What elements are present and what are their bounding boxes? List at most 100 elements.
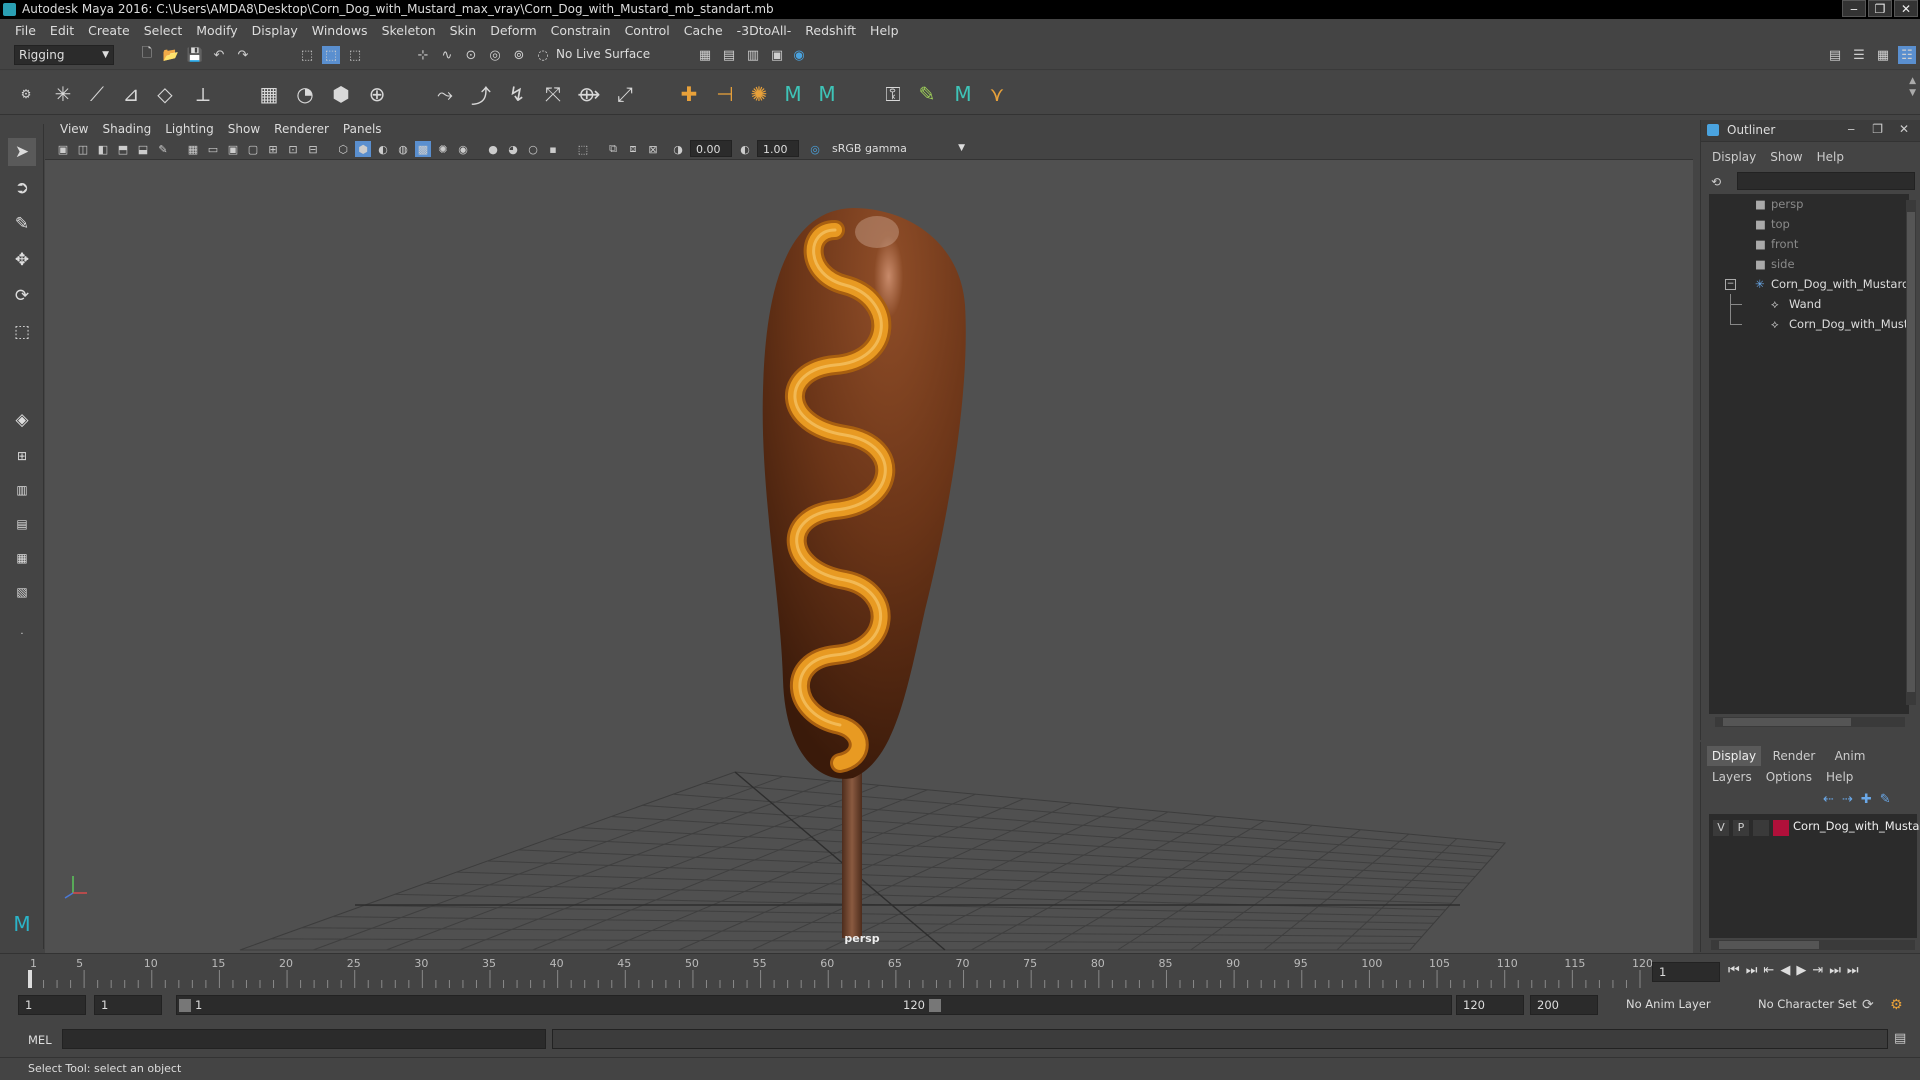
panel-menu-renderer[interactable]: Renderer — [267, 122, 336, 136]
screen-space-ao-icon[interactable]: ● — [485, 141, 501, 157]
shadows-icon[interactable]: ◉ — [455, 141, 471, 157]
menu-redshift[interactable]: Redshift — [798, 23, 863, 38]
shelf-scroll-arrows-icon[interactable]: ▲ ▼ — [1909, 75, 1916, 99]
step-back-frame-icon[interactable]: ⇤ — [1763, 963, 1774, 978]
depth-of-field-icon[interactable]: ▪ — [545, 141, 561, 157]
render-view-icon[interactable]: ▣ — [768, 46, 786, 64]
render-settings-icon[interactable]: ▦ — [696, 46, 714, 64]
persp-viewport[interactable]: View Shading Lighting Show Renderer Pane… — [45, 120, 1693, 953]
display-type-toggle[interactable] — [1753, 820, 1769, 836]
select-component-icon[interactable]: ⬚ — [346, 46, 364, 64]
outliner-item-front[interactable]: ■ front — [1709, 234, 1920, 254]
channel-box-icon[interactable]: ☷ — [1898, 46, 1916, 64]
outliner-filter-icon[interactable]: ⟲ — [1711, 175, 1727, 191]
outliner-menu-display[interactable]: Display — [1705, 150, 1763, 164]
gate-mask-icon[interactable]: ▢ — [245, 141, 261, 157]
command-input[interactable] — [62, 1029, 546, 1049]
outliner-menu-show[interactable]: Show — [1763, 150, 1809, 164]
move-layer-down-icon[interactable]: ⇢ — [1842, 792, 1853, 807]
select-camera-icon[interactable]: ▣ — [55, 141, 71, 157]
snap-surface-icon[interactable]: ⊚ — [510, 46, 528, 64]
menu-file[interactable]: File — [8, 23, 43, 38]
panel-menu-lighting[interactable]: Lighting — [158, 122, 221, 136]
menu-3dtoall[interactable]: -3DtoAll- — [730, 23, 799, 38]
textured-icon[interactable]: ▩ — [415, 141, 431, 157]
anim-layer-dropdown[interactable]: No Anim Layer — [1620, 995, 1742, 1015]
menu-display[interactable]: Display — [245, 23, 305, 38]
shelf-menu-icon[interactable]: ⚙ — [13, 81, 39, 107]
step-forward-frame-icon[interactable]: ⇥ — [1812, 963, 1823, 978]
orient-constraint-icon[interactable]: ✺ — [746, 81, 772, 107]
tab-render[interactable]: Render — [1767, 746, 1821, 766]
maximize-icon[interactable]: ❐ — [1872, 122, 1883, 136]
cluster-icon[interactable]: ▦ — [256, 81, 282, 107]
menu-control[interactable]: Control — [618, 23, 677, 38]
minimize-icon[interactable]: ‒ — [1847, 122, 1855, 136]
menu-help[interactable]: Help — [863, 23, 906, 38]
safe-action-icon[interactable]: ⊡ — [285, 141, 301, 157]
smooth-shade-icon[interactable]: ⬢ — [355, 141, 371, 157]
film-gate-icon[interactable]: ▭ — [205, 141, 221, 157]
paint-select-icon[interactable]: ✎ — [8, 210, 36, 238]
motion-blur-icon[interactable]: ◕ — [505, 141, 521, 157]
menu-skeleton[interactable]: Skeleton — [375, 23, 443, 38]
panel-menu-show[interactable]: Show — [221, 122, 267, 136]
menu-constrain[interactable]: Constrain — [544, 23, 618, 38]
live-surface-field[interactable]: No Live Surface — [552, 45, 652, 65]
collapse-icon[interactable]: − — [1725, 279, 1736, 290]
character-set-dropdown[interactable]: No Character Set — [1752, 995, 1868, 1015]
command-language-label[interactable]: MEL — [28, 1033, 52, 1047]
restore-button[interactable]: ❐ — [1868, 0, 1892, 17]
grease-pencil-icon[interactable]: ✎ — [155, 141, 171, 157]
snap-grid-icon[interactable]: ⊹ — [414, 46, 432, 64]
gamma-field[interactable]: 1.00 — [757, 140, 799, 157]
menu-modify[interactable]: Modify — [189, 23, 244, 38]
colorspace-dropdown[interactable]: sRGB gamma ▼ — [827, 140, 967, 157]
go-to-end-icon[interactable]: ⏭ — [1847, 963, 1859, 978]
scroll-thumb[interactable] — [1719, 941, 1819, 949]
hypershade-layout-icon[interactable]: ▧ — [8, 578, 36, 606]
anti-aliasing-icon[interactable]: ○ — [525, 141, 541, 157]
xray-icon[interactable]: ⧉ — [605, 141, 621, 157]
xray-joints-icon[interactable]: ⧈ — [625, 141, 641, 157]
step-forward-key-icon[interactable]: ⏭ — [1829, 963, 1841, 978]
select-hierarchy-icon[interactable]: ⬚ — [298, 46, 316, 64]
snap-live-icon[interactable]: ◌ — [534, 46, 552, 64]
wireframe-icon[interactable]: ⬡ — [335, 141, 351, 157]
sculpt-deformer-icon[interactable]: ⊕ — [364, 81, 390, 107]
hik-control-icon[interactable]: M — [950, 81, 976, 107]
scale-tool-icon[interactable]: ⬚ — [8, 318, 36, 346]
layer-color-swatch[interactable] — [1773, 820, 1789, 836]
go-to-start-icon[interactable]: ⏮ — [1728, 963, 1740, 978]
skin-cluster-icon[interactable]: ⤢ — [612, 81, 638, 107]
use-all-lights-icon[interactable]: ✺ — [435, 141, 451, 157]
playback-end-field[interactable]: 120 — [1456, 995, 1524, 1015]
outliner-item-group[interactable]: − ✳ Corn_Dog_with_Mustard_ — [1709, 274, 1920, 294]
isolate-select-icon[interactable]: ⬚ — [575, 141, 591, 157]
attribute-editor-icon[interactable]: ☰ — [1850, 46, 1868, 64]
single-pane-layout-icon[interactable]: ◈ — [8, 406, 36, 434]
new-layer-selected-icon[interactable]: ✎ — [1880, 792, 1891, 807]
play-backward-icon[interactable]: ◀ — [1780, 963, 1790, 978]
color-management-icon[interactable]: ◎ — [807, 141, 823, 157]
visibility-toggle[interactable]: V — [1713, 820, 1729, 836]
range-handle-right[interactable] — [929, 999, 941, 1012]
grid-toggle-icon[interactable]: ▦ — [185, 141, 201, 157]
outliner-item-persp[interactable]: ■ persp — [1709, 194, 1920, 214]
outliner-search-input[interactable] — [1737, 172, 1915, 190]
detach-skin-icon[interactable]: ⤴ — [468, 81, 494, 108]
panel-menu-view[interactable]: View — [53, 122, 95, 136]
outliner-hscrollbar[interactable] — [1715, 717, 1905, 727]
exposure-field[interactable]: 0.00 — [690, 140, 732, 157]
auto-key-icon[interactable]: ⟳ — [1862, 997, 1874, 1013]
ik-spline-icon[interactable]: ⊿ — [118, 81, 144, 107]
rotate-tool-icon[interactable]: ⟳ — [8, 282, 36, 310]
menu-select[interactable]: Select — [137, 23, 190, 38]
script-editor-icon[interactable]: ▤ — [1894, 1031, 1906, 1046]
close-icon[interactable]: ✕ — [1899, 122, 1909, 136]
lattice-icon[interactable]: ◔ — [292, 81, 318, 107]
end-time-field[interactable]: 200 — [1530, 995, 1598, 1015]
menu-edit[interactable]: Edit — [43, 23, 81, 38]
move-tool-icon[interactable]: ✥ — [8, 246, 36, 274]
tab-anim[interactable]: Anim — [1825, 746, 1875, 766]
